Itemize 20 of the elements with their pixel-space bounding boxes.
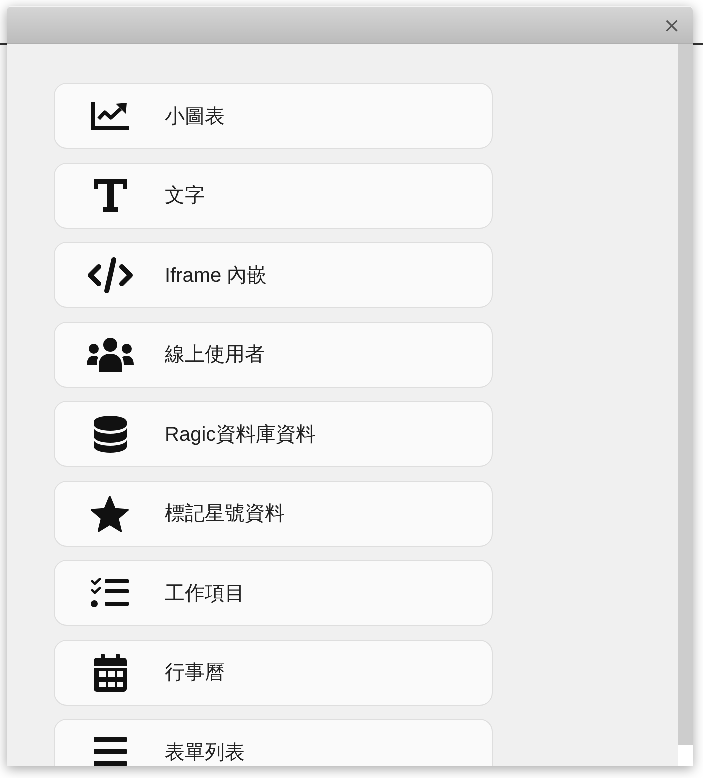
widget-button[interactable]: Iframe 內嵌 bbox=[54, 242, 493, 308]
database-icon bbox=[94, 416, 126, 452]
widget-button[interactable]: 線上使用者 bbox=[54, 322, 493, 388]
close-icon bbox=[666, 20, 678, 32]
list-icon bbox=[94, 737, 126, 766]
widget-button[interactable]: 小圖表 bbox=[54, 83, 493, 149]
widget-button[interactable]: 文字 bbox=[54, 162, 493, 228]
star-icon bbox=[90, 494, 130, 532]
close-button[interactable] bbox=[664, 18, 680, 34]
widget-button[interactable]: 表單列表 bbox=[54, 719, 493, 766]
widget-button[interactable]: 工作項目 bbox=[54, 560, 493, 626]
line-chart-icon bbox=[91, 102, 129, 130]
widget-button[interactable]: 標記星號資料 bbox=[54, 480, 493, 546]
letter-t-icon bbox=[94, 179, 126, 212]
widget-button[interactable]: 行事曆 bbox=[54, 640, 493, 706]
calendar-icon bbox=[94, 654, 126, 692]
code-icon bbox=[86, 256, 134, 294]
people-icon bbox=[86, 338, 134, 372]
widget-button[interactable]: Ragic資料庫資料 bbox=[54, 401, 493, 467]
checklist-icon bbox=[91, 578, 129, 608]
